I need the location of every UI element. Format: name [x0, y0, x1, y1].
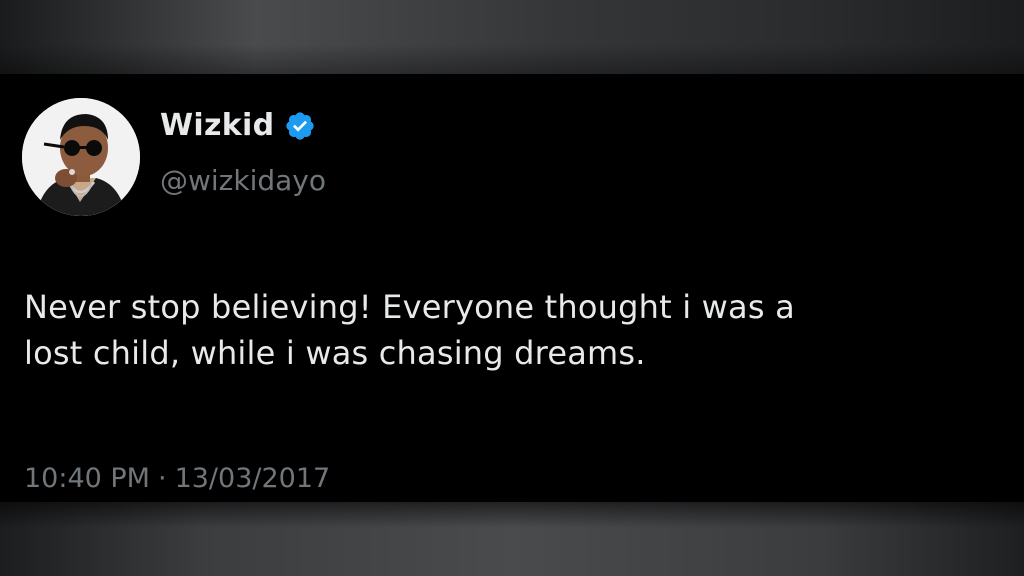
- tweet-timestamp[interactable]: 10:40 PM · 13/03/2017: [24, 464, 330, 494]
- background-blur-bottom: [0, 502, 1024, 576]
- tweet-text-line: Never stop believing! Everyone thought i…: [24, 288, 795, 326]
- avatar-portrait: [22, 98, 140, 216]
- tweet-text-line: lost child, while i was chasing dreams.: [24, 334, 646, 372]
- tweet-date: 13/03/2017: [174, 463, 331, 494]
- tweet-text: Never stop believing! Everyone thought i…: [24, 284, 984, 376]
- tweet-time: 10:40 PM: [24, 463, 150, 494]
- verified-badge-icon: [284, 110, 316, 142]
- author-handle[interactable]: @wizkidayo: [160, 164, 326, 198]
- meta-separator: ·: [157, 463, 167, 494]
- avatar[interactable]: [22, 98, 140, 216]
- author-name-row: Wizkid: [160, 108, 316, 144]
- display-name[interactable]: Wizkid: [160, 108, 274, 144]
- tweet-card: Wizkid @wizkidayo Never stop believing! …: [0, 74, 1024, 502]
- background-blur-top: [0, 0, 1024, 74]
